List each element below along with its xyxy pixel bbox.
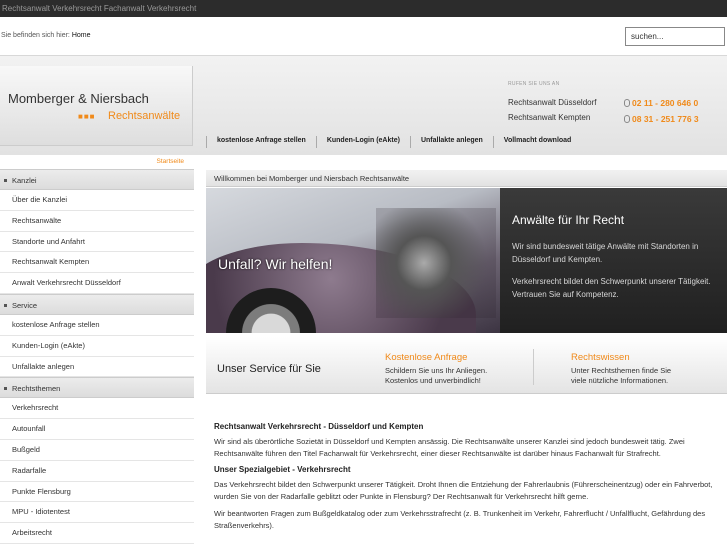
sidebar-item[interactable]: Kunden-Login (eAkte) xyxy=(0,336,194,357)
hero-banner: Unfall? Wir helfen! Anwälte für Ihr Rech… xyxy=(206,188,727,333)
section-label: Rechtsthemen xyxy=(12,384,61,394)
article-heading: Rechtsanwalt Verkehrsrecht - Düsseldorf … xyxy=(214,422,424,431)
sidebar-item[interactable]: Anwalt Verkehrsrecht Düsseldorf xyxy=(0,273,194,294)
nav-vollmacht[interactable]: Vollmacht download xyxy=(492,136,582,148)
logo-dots: ■■■ xyxy=(78,112,96,121)
top-bar: Rechtsanwalt Verkehrsrecht Fachanwalt Ve… xyxy=(0,0,727,17)
nav-anfrage[interactable]: kostenlose Anfrage stellen xyxy=(206,136,316,148)
service-rechtswissen[interactable]: Rechtswissen Unter Rechtsthemen finde Si… xyxy=(571,352,671,386)
phone-number: 02 11 - 280 646 0 xyxy=(632,98,699,108)
service-anfrage-line: Kostenlos und unverbindlich! xyxy=(385,376,481,385)
bullet-icon xyxy=(4,179,7,182)
phone-icon xyxy=(624,115,630,123)
section-label: Service xyxy=(12,300,38,310)
section-label: Kanzlei xyxy=(12,176,37,185)
office-kempten-phone: 08 31 - 251 776 3 xyxy=(624,114,699,124)
logo-subtitle: Rechtsanwälte xyxy=(108,110,181,122)
sidebar-item[interactable]: Verkehrsrecht xyxy=(0,398,194,420)
phone-icon xyxy=(624,99,630,107)
article-heading: Unser Spezialgebiet - Verkehrsrecht xyxy=(214,465,351,474)
hero-title: Anwälte für Ihr Recht xyxy=(512,213,625,227)
breadcrumb-prefix: Sie befinden sich hier: xyxy=(1,32,70,39)
logo-name: Momberger & Niersbach xyxy=(8,91,149,106)
sidebar-item[interactable]: Arbeitsrecht xyxy=(0,523,194,544)
sidebar: Startseite Kanzlei Über die Kanzlei Rech… xyxy=(0,155,194,545)
service-bar: Unser Service für Sie Kostenlose Anfrage… xyxy=(206,337,727,394)
nav-unfallakte[interactable]: Unfallakte anlegen xyxy=(409,136,493,148)
sidebar-item[interactable]: Standorte und Anfahrt xyxy=(0,232,194,253)
main-nav: kostenlose Anfrage stellen Kunden-Login … xyxy=(206,136,581,148)
office-dusseldorf-label: Rechtsanwalt Düsseldorf xyxy=(508,98,597,107)
service-anfrage-heading[interactable]: Kostenlose Anfrage xyxy=(385,352,487,363)
service-rechtswissen-line: viele nützliche Informationen. xyxy=(571,376,669,385)
service-rechtswissen-line: Unter Rechtsthemen finde Sie xyxy=(571,366,672,375)
crash-damage-shape xyxy=(376,208,496,318)
sidebar-item[interactable]: MPU - Idiotentest xyxy=(0,502,194,524)
header: Momberger & Niersbach ■■■ Rechtsanwälte … xyxy=(0,55,727,155)
service-title: Unser Service für Sie xyxy=(217,363,321,375)
sidebar-item[interactable]: Rechtsanwälte xyxy=(0,211,194,232)
hero-slogan: Unfall? Wir helfen! xyxy=(218,256,333,272)
article-paragraph: Wir sind als überörtliche Sozietät in Dü… xyxy=(214,437,685,458)
phone-number: 08 31 - 251 776 3 xyxy=(632,114,699,124)
main-content: Willkommen bei Momberger und Niersbach R… xyxy=(206,170,727,530)
breadcrumb: Sie befinden sich hier: Home xyxy=(1,32,91,39)
sidebar-item[interactable]: Unfallakte anlegen xyxy=(0,357,194,378)
sidebar-section-rechtsthemen[interactable]: Rechtsthemen xyxy=(0,377,194,399)
sidebar-item[interactable]: Bußgeld xyxy=(0,440,194,461)
contact-heading: RUFEN SIE UNS AN xyxy=(508,81,560,87)
top-bar-text: Rechtsanwalt Verkehrsrecht Fachanwalt Ve… xyxy=(2,4,197,13)
hero-paragraph: Wir sind bundesweit tätige Anwälte mit S… xyxy=(512,242,699,264)
sidebar-item[interactable]: Autounfall xyxy=(0,419,194,440)
sidebar-item[interactable]: Radarfalle xyxy=(0,461,194,482)
hero-paragraph: Verkehrsrecht bildet den Schwerpunkt uns… xyxy=(512,277,711,299)
service-anfrage-line: Schildern Sie uns Ihr Anliegen. xyxy=(385,366,488,375)
service-divider xyxy=(533,349,534,385)
sidebar-startseite-link[interactable]: Startseite xyxy=(0,155,194,169)
breadcrumb-home-link[interactable]: Home xyxy=(72,32,91,39)
sidebar-section-service[interactable]: Service xyxy=(0,293,194,315)
sidebar-section-kanzlei[interactable]: Kanzlei xyxy=(0,169,194,190)
article-paragraph: Das Verkehrsrecht bildet den Schwerpunkt… xyxy=(214,480,713,501)
article-paragraph: Wir beantworten Fragen zum Bußgeldkatalo… xyxy=(214,509,706,530)
sidebar-item[interactable]: Rechtsanwalt Kempten xyxy=(0,252,194,274)
search-input[interactable] xyxy=(625,27,725,46)
bullet-icon xyxy=(4,387,7,391)
nav-kunden-login[interactable]: Kunden-Login (eAkte) xyxy=(315,136,410,148)
service-anfrage[interactable]: Kostenlose Anfrage Schildern Sie uns Ihr… xyxy=(385,352,487,386)
office-dusseldorf-phone: 02 11 - 280 646 0 xyxy=(624,98,698,108)
breadcrumb-bar: Sie befinden sich hier: Home xyxy=(0,17,727,55)
car-crash-image: Unfall? Wir helfen! xyxy=(206,188,500,333)
logo[interactable]: Momberger & Niersbach ■■■ Rechtsanwälte xyxy=(0,66,193,146)
sidebar-item[interactable]: Punkte Flensburg xyxy=(0,482,194,503)
welcome-bar: Willkommen bei Momberger und Niersbach R… xyxy=(206,170,727,187)
hero-text-panel: Anwälte für Ihr Recht Wir sind bundeswei… xyxy=(500,188,727,333)
office-kempten-label: Rechtsanwalt Kempten xyxy=(508,113,591,122)
service-rechtswissen-heading[interactable]: Rechtswissen xyxy=(571,352,671,363)
sidebar-item[interactable]: kostenlose Anfrage stellen xyxy=(0,315,194,336)
sidebar-item[interactable]: Über die Kanzlei xyxy=(0,190,194,211)
article: Rechtsanwalt Verkehrsrecht - Düsseldorf … xyxy=(214,422,719,537)
bullet-icon xyxy=(4,303,7,307)
